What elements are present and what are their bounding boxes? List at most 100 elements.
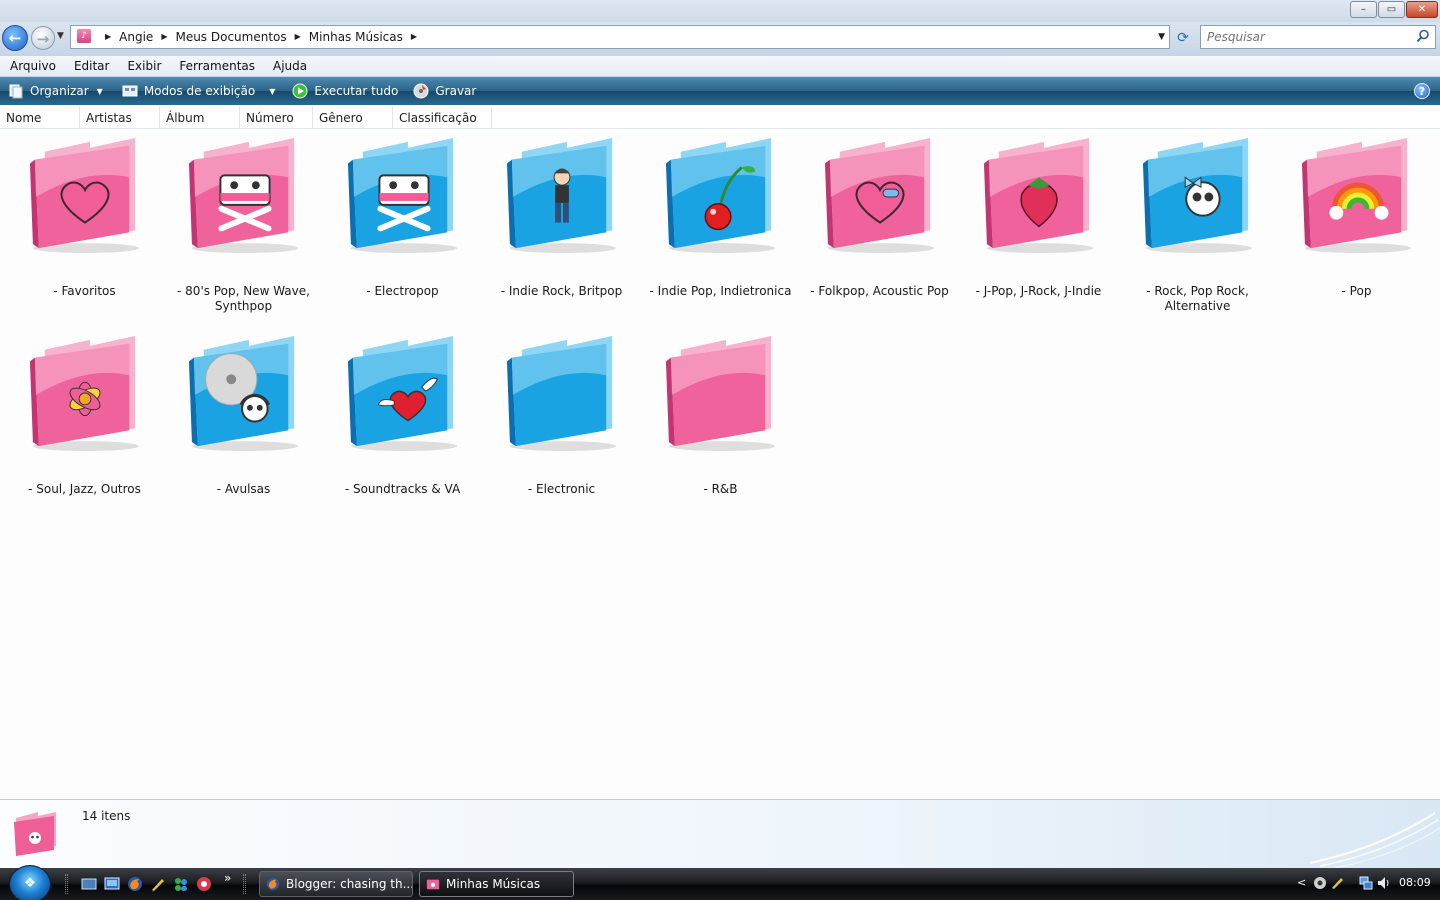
organize-button[interactable]: Organizar ▼: [0, 77, 110, 105]
heart-icon: [29, 138, 140, 254]
volume-icon[interactable]: [1377, 876, 1391, 890]
folder-icon: [665, 336, 776, 452]
close-button[interactable]: ✕: [1406, 1, 1438, 18]
burn-label: Gravar: [435, 84, 477, 98]
column-nome[interactable]: Nome: [0, 107, 80, 129]
refresh-icon[interactable]: ⟳: [1173, 29, 1193, 47]
column-classificacao[interactable]: Classificação: [393, 107, 492, 129]
tray-pen-icon[interactable]: [1331, 876, 1345, 890]
breadcrumb-separator-icon[interactable]: ▶: [403, 26, 425, 48]
folder-item[interactable]: - Electropop: [323, 134, 482, 324]
breadcrumb-separator-icon[interactable]: ▶: [97, 26, 119, 48]
menu-ferramentas[interactable]: Ferramentas: [169, 56, 263, 76]
views-label: Modos de exibição: [143, 84, 256, 98]
task-minhas-musicas-label: Minhas Músicas: [446, 877, 541, 891]
music-folder-icon: [14, 812, 56, 856]
address-dropdown-icon[interactable]: ▼: [1158, 26, 1165, 48]
network-icon[interactable]: [1359, 876, 1373, 890]
folder-item[interactable]: - R&B: [641, 332, 800, 522]
forward-button[interactable]: →: [31, 26, 55, 50]
column-numero[interactable]: Número: [240, 107, 313, 129]
column-artistas[interactable]: Artistas: [80, 107, 160, 129]
menu-editar[interactable]: Editar: [64, 56, 118, 76]
menu-exibir[interactable]: Exibir: [117, 56, 169, 76]
quick-launch-more-icon[interactable]: »: [224, 871, 231, 885]
folder-item[interactable]: - Rock, Pop Rock, Alternative: [1118, 134, 1277, 324]
folder-item[interactable]: - Soul, Jazz, Outros: [5, 332, 164, 522]
tray-app-icon[interactable]: [1313, 876, 1327, 890]
details-pane: 14 itens: [0, 799, 1440, 868]
column-genero[interactable]: Gênero: [313, 107, 393, 129]
clock[interactable]: 08:09: [1399, 876, 1431, 889]
folder-label: - Indie Pop, Indietronica: [649, 284, 792, 298]
firefox-icon[interactable]: [127, 876, 143, 892]
views-button[interactable]: Modos de exibição ▼: [110, 77, 283, 105]
address-row: ← → ▼ ♪ ▶ Angie ▶ Meus Documentos ▶ Minh…: [0, 22, 1440, 56]
back-button[interactable]: ←: [2, 25, 28, 51]
maximize-button[interactable]: ▭: [1378, 1, 1405, 18]
play-icon: [292, 83, 308, 99]
help-icon[interactable]: ?: [1414, 83, 1430, 99]
folder-item[interactable]: - Folkpop, Acoustic Pop: [800, 134, 959, 324]
folder-item[interactable]: - Electronic: [482, 332, 641, 522]
search-box[interactable]: [1200, 25, 1436, 49]
folder-item[interactable]: - Avulsas: [164, 332, 323, 522]
show-desktop-icon[interactable]: [81, 876, 97, 892]
command-bar: Organizar ▼ Modos de exibição ▼ Executar…: [0, 77, 1440, 105]
firefox-icon: [266, 877, 280, 891]
column-album[interactable]: Álbum: [160, 107, 240, 129]
taskbar-grip[interactable]: [243, 874, 246, 894]
music-cd-skull-icon: [188, 336, 299, 452]
menu-ajuda[interactable]: Ajuda: [263, 56, 315, 76]
folder-item[interactable]: - Indie Pop, Indietronica: [641, 134, 800, 324]
breadcrumb: ▶ Angie ▶ Meus Documentos ▶ Minhas Músic…: [97, 26, 425, 48]
minimize-button[interactable]: –: [1350, 1, 1377, 18]
cassette-crossbones-icon: [188, 138, 299, 254]
breadcrumb-separator-icon[interactable]: ▶: [153, 26, 175, 48]
switch-windows-icon[interactable]: [104, 876, 120, 892]
breadcrumb-meus-documentos[interactable]: Meus Documentos: [175, 26, 286, 48]
cassette-crossbones-icon: [347, 138, 458, 254]
strawberry-icon: [983, 138, 1094, 254]
task-blogger[interactable]: Blogger: chasing th...: [259, 871, 413, 897]
folder-label: - Electropop: [366, 284, 439, 298]
folder-label: - Pop: [1341, 284, 1372, 298]
burn-button[interactable]: Gravar: [405, 77, 483, 105]
breadcrumb-separator-icon[interactable]: ▶: [287, 26, 309, 48]
skull-bow-icon: [1142, 138, 1253, 254]
column-headers: Nome Artistas Álbum Número Gênero Classi…: [0, 107, 1440, 129]
organize-label: Organizar: [30, 84, 89, 98]
folder-item[interactable]: - Favoritos: [5, 134, 164, 324]
back-arrow-icon: ←: [8, 29, 22, 47]
folder-item[interactable]: - Indie Rock, Britpop: [482, 134, 641, 324]
folder-label: - Electronic: [527, 482, 596, 496]
tray-expand-icon[interactable]: <: [1297, 876, 1306, 889]
start-button[interactable]: ❖: [9, 865, 51, 900]
folder-item[interactable]: - Pop: [1277, 134, 1436, 324]
search-input[interactable]: [1207, 29, 1407, 45]
cherry-icon: [665, 138, 776, 254]
media-player-icon[interactable]: [196, 876, 212, 892]
messenger-icon[interactable]: [173, 876, 189, 892]
folder-item[interactable]: - J-Pop, J-Rock, J-Indie: [959, 134, 1118, 324]
folder-item[interactable]: - Soundtracks & VA: [323, 332, 482, 522]
breadcrumb-minhas-musicas[interactable]: Minhas Músicas: [309, 26, 403, 48]
minimize-icon: –: [1361, 4, 1366, 15]
taskbar-grip[interactable]: [65, 874, 68, 894]
task-minhas-musicas[interactable]: Minhas Músicas: [419, 871, 574, 897]
breadcrumb-angie[interactable]: Angie: [119, 26, 153, 48]
winged-heart-icon: [347, 336, 458, 452]
menu-arquivo[interactable]: Arquivo: [0, 56, 64, 76]
recent-pages-dropdown[interactable]: ▼: [57, 31, 64, 41]
folder-item[interactable]: - 80's Pop, New Wave, Synthpop: [164, 134, 323, 324]
pen-tool-icon[interactable]: [150, 876, 166, 892]
organize-dropdown-icon: ▼: [96, 86, 103, 96]
organize-icon: [9, 84, 23, 99]
windows-logo-icon: ❖: [24, 876, 36, 891]
decorative-swoosh: [1310, 812, 1440, 868]
indie-boy-icon: [506, 138, 617, 254]
play-all-button[interactable]: Executar tudo: [282, 77, 405, 105]
search-icon[interactable]: [1416, 29, 1430, 43]
folder-label: - J-Pop, J-Rock, J-Indie: [975, 284, 1102, 298]
address-bar[interactable]: ♪ ▶ Angie ▶ Meus Documentos ▶ Minhas Mús…: [70, 25, 1170, 49]
